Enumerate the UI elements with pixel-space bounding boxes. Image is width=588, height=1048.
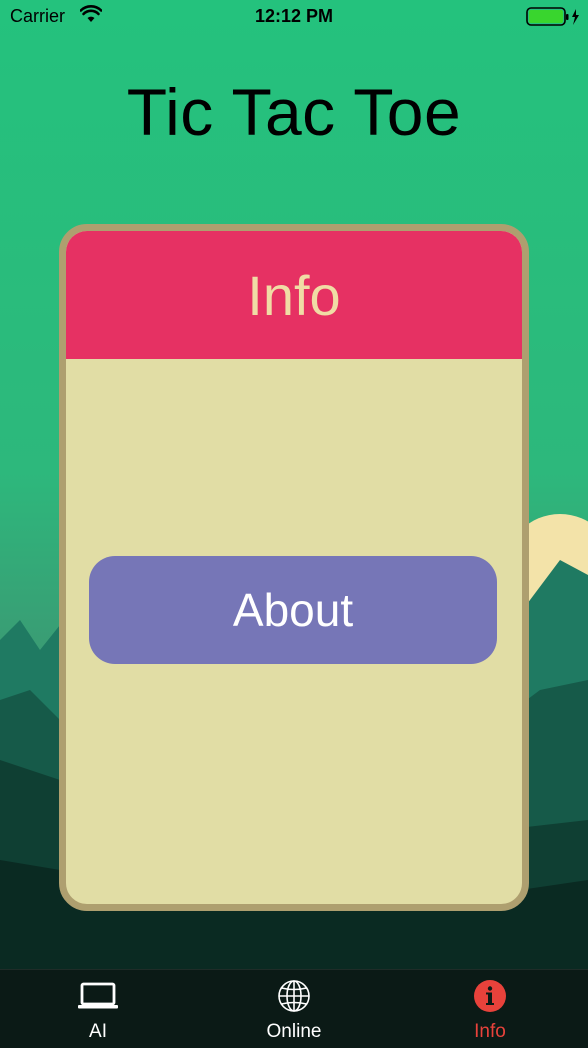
clock: 12:12 PM (254, 6, 334, 26)
card-header: Info (66, 231, 522, 359)
app-title: Tic Tac Toe (126, 75, 462, 149)
tab-online-label: Online (266, 1021, 322, 1042)
tab-ai[interactable]: AI (0, 970, 196, 1048)
status-bar: Carrier 12:12 PM (0, 0, 588, 34)
info-icon (474, 980, 506, 1012)
info-card: Info About (59, 224, 529, 911)
about-button[interactable]: About (89, 556, 497, 664)
battery-icon (526, 7, 579, 26)
tab-info-label: Info (474, 1021, 506, 1042)
tab-info[interactable]: Info (392, 970, 588, 1048)
tab-bar: AI Online Info (0, 969, 588, 1048)
tab-ai-label: AI (89, 1021, 107, 1042)
globe-icon (278, 980, 310, 1012)
laptop-icon (78, 982, 118, 1009)
card-header-title: Info (247, 263, 341, 327)
tab-online[interactable]: Online (196, 970, 392, 1048)
